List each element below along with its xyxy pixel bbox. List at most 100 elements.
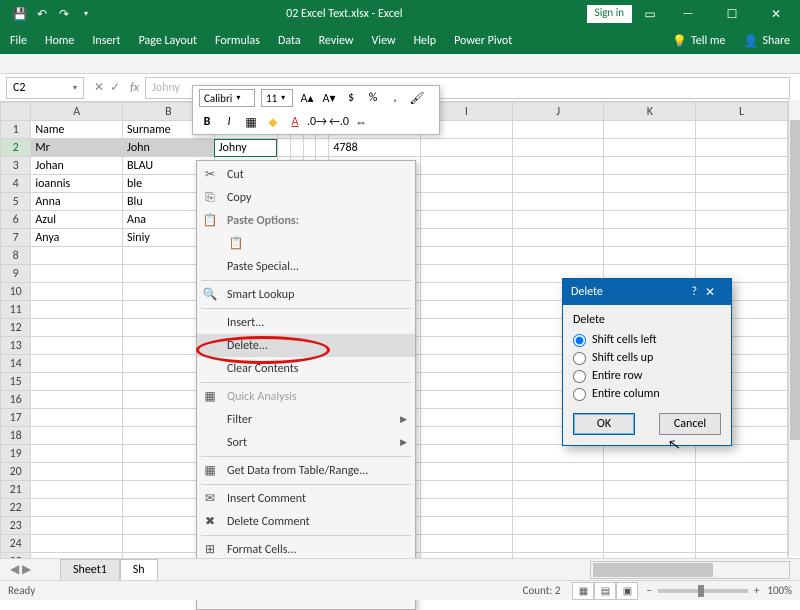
zoom-in-icon[interactable]: + xyxy=(754,584,759,597)
comma-format-icon[interactable]: , xyxy=(387,90,403,106)
cell[interactable] xyxy=(421,481,513,499)
cell[interactable] xyxy=(512,229,604,247)
cell[interactable] xyxy=(512,445,604,463)
menu-insert[interactable]: Insert... xyxy=(197,311,415,334)
cell[interactable]: 4788 xyxy=(329,139,421,157)
ok-button[interactable]: OK xyxy=(573,413,635,435)
accounting-format-icon[interactable]: $ xyxy=(343,90,359,106)
ribbon-options-icon[interactable]: ▭ xyxy=(636,0,664,28)
cell[interactable] xyxy=(31,463,123,481)
tab-file[interactable]: File xyxy=(10,34,27,48)
cell[interactable] xyxy=(512,247,604,265)
menu-clear-contents[interactable]: Clear Contents xyxy=(197,357,415,380)
menu-paste-default[interactable]: 📋 xyxy=(197,232,415,255)
font-color-icon[interactable]: A xyxy=(287,114,303,130)
cell[interactable] xyxy=(421,139,513,157)
cell[interactable] xyxy=(696,175,788,193)
tab-power-pivot[interactable]: Power Pivot xyxy=(454,34,512,48)
zoom-slider[interactable] xyxy=(658,589,748,593)
cell[interactable] xyxy=(421,427,513,445)
cell[interactable] xyxy=(696,499,788,517)
tab-insert[interactable]: Insert xyxy=(92,34,120,48)
cell[interactable] xyxy=(604,535,696,553)
cell[interactable] xyxy=(421,229,513,247)
cell[interactable] xyxy=(604,193,696,211)
cell[interactable]: Azul xyxy=(31,211,123,229)
cell[interactable] xyxy=(604,445,696,463)
cell[interactable] xyxy=(421,175,513,193)
cell[interactable] xyxy=(421,391,513,409)
cell[interactable] xyxy=(31,355,123,373)
menu-insert-comment[interactable]: ✉Insert Comment xyxy=(197,487,415,510)
increase-font-icon[interactable]: A▴ xyxy=(299,90,315,106)
menu-cut[interactable]: ✂Cut xyxy=(197,163,415,186)
cell[interactable] xyxy=(512,517,604,535)
cell[interactable] xyxy=(316,139,329,157)
bold-icon[interactable]: B xyxy=(199,114,215,130)
cell[interactable] xyxy=(421,463,513,481)
cell[interactable] xyxy=(604,247,696,265)
fill-color-icon[interactable]: ◆ xyxy=(265,114,281,130)
cell[interactable] xyxy=(512,535,604,553)
cell[interactable] xyxy=(421,265,513,283)
name-box[interactable]: C2 ▾ xyxy=(6,77,84,99)
cell[interactable] xyxy=(604,139,696,157)
menu-filter[interactable]: Filter▶ xyxy=(197,408,415,431)
percent-format-icon[interactable]: % xyxy=(365,90,381,106)
decrease-decimal-icon[interactable]: ←.0 xyxy=(331,114,347,130)
cell[interactable] xyxy=(696,211,788,229)
view-page-break-icon[interactable]: ▣ xyxy=(616,582,638,600)
cell[interactable] xyxy=(31,373,123,391)
redo-icon[interactable]: ↷ xyxy=(56,6,72,22)
undo-icon[interactable]: ↶ xyxy=(34,6,50,22)
tell-me[interactable]: 💡Tell me xyxy=(672,34,725,49)
cell[interactable] xyxy=(604,175,696,193)
cell[interactable] xyxy=(604,157,696,175)
cell[interactable] xyxy=(696,481,788,499)
cell[interactable] xyxy=(421,373,513,391)
option-entire-column[interactable]: Entire column xyxy=(573,385,721,403)
cell[interactable] xyxy=(31,535,123,553)
cell[interactable] xyxy=(303,139,316,157)
cell[interactable] xyxy=(421,319,513,337)
tab-review[interactable]: Review xyxy=(319,34,354,48)
cell[interactable] xyxy=(421,517,513,535)
close-icon[interactable]: ✕ xyxy=(756,0,796,28)
cell[interactable] xyxy=(421,535,513,553)
cell[interactable]: Anna xyxy=(31,193,123,211)
fx-icon[interactable]: fx xyxy=(130,81,139,95)
cell[interactable] xyxy=(421,247,513,265)
tab-help[interactable]: Help xyxy=(414,34,437,48)
cell[interactable] xyxy=(512,193,604,211)
increase-decimal-icon[interactable]: .0→ xyxy=(309,114,325,130)
cell[interactable] xyxy=(421,445,513,463)
horizontal-scrollbar[interactable] xyxy=(590,561,790,579)
view-normal-icon[interactable]: ▦ xyxy=(572,582,594,600)
cell[interactable] xyxy=(604,121,696,139)
menu-delete[interactable]: Delete... xyxy=(197,334,415,357)
cell[interactable] xyxy=(696,193,788,211)
tab-view[interactable]: View xyxy=(372,34,396,48)
menu-copy[interactable]: ⎘Copy xyxy=(197,186,415,209)
menu-smart-lookup[interactable]: 🔍Smart Lookup xyxy=(197,283,415,306)
cell[interactable] xyxy=(696,229,788,247)
cell[interactable]: Mr xyxy=(31,139,123,157)
cell[interactable] xyxy=(421,211,513,229)
format-painter-icon[interactable]: 🖌 xyxy=(409,90,425,106)
cell[interactable] xyxy=(421,499,513,517)
cell[interactable] xyxy=(31,409,123,427)
cell[interactable]: ioannis xyxy=(31,175,123,193)
cell[interactable] xyxy=(31,517,123,535)
cell[interactable]: Johan xyxy=(31,157,123,175)
chevron-down-icon[interactable]: ▾ xyxy=(73,83,77,93)
menu-paste-special[interactable]: Paste Special... xyxy=(197,255,415,278)
cell[interactable] xyxy=(696,445,788,463)
minimize-icon[interactable]: — xyxy=(668,0,708,28)
cell[interactable] xyxy=(421,355,513,373)
cell[interactable] xyxy=(604,211,696,229)
cell[interactable] xyxy=(512,499,604,517)
cell[interactable] xyxy=(31,481,123,499)
cell[interactable] xyxy=(421,337,513,355)
cell[interactable] xyxy=(421,157,513,175)
save-icon[interactable]: 💾 xyxy=(12,6,28,22)
